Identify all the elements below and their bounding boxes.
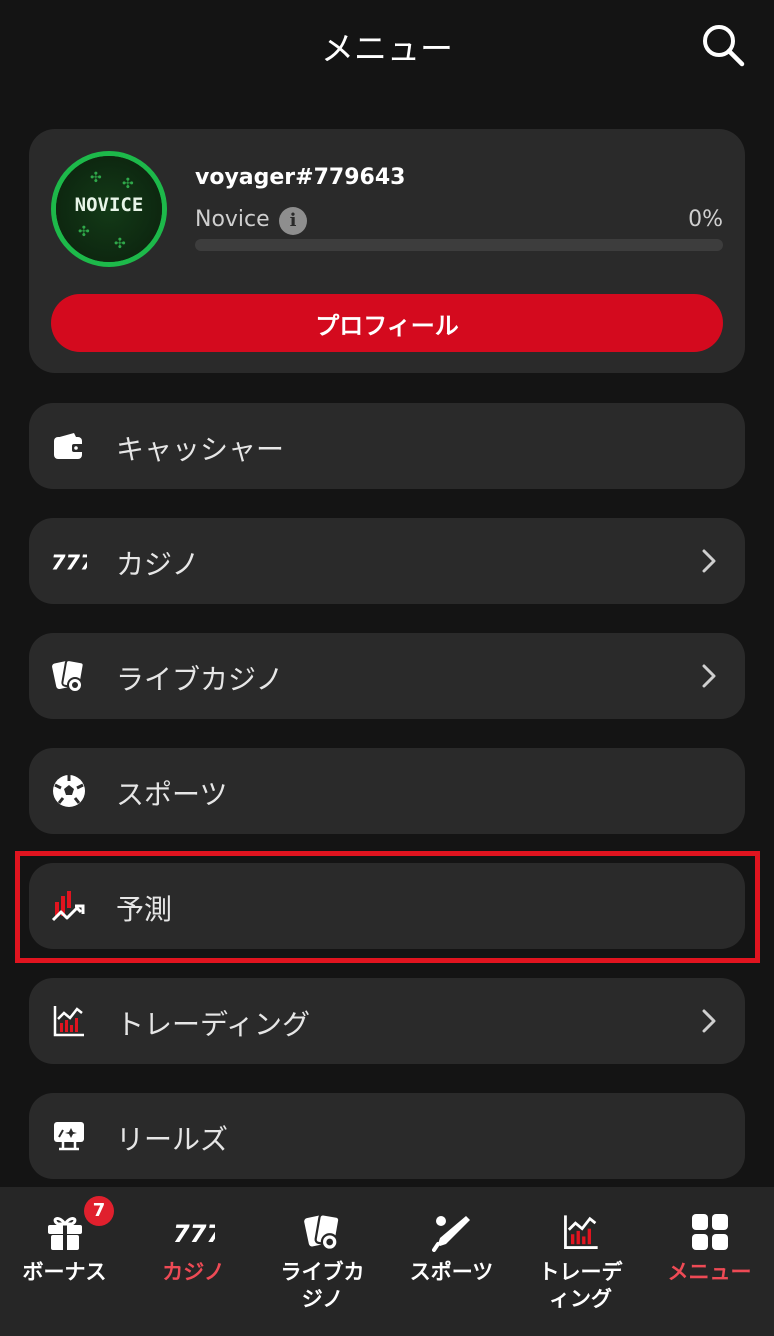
menu-item-cashier[interactable]: キャッシャー — [29, 403, 745, 489]
slots-777-icon: 777 — [51, 543, 87, 579]
nav-label-line: ィング — [549, 1287, 612, 1311]
header: メニュー — [0, 0, 774, 90]
avatar-badge-text: NOVICE — [74, 194, 144, 216]
menu-item-prediction[interactable]: 予測 — [29, 863, 745, 949]
clover-icon: ✣ — [78, 224, 90, 240]
search-button[interactable] — [698, 20, 748, 70]
grid-menu-icon — [689, 1211, 731, 1253]
menu-item-label: 予測 — [116, 893, 173, 926]
page-title: メニュー — [321, 29, 453, 68]
search-icon — [703, 25, 745, 67]
bottom-nav: 7 ボーナス 777 カジノ ライブカ ジノ — [0, 1187, 774, 1336]
chevron-right-icon — [699, 663, 719, 689]
menu-item-label: トレーディング — [116, 1008, 311, 1041]
menu-item-label: リールズ — [116, 1123, 229, 1156]
menu-item-reels[interactable]: リールズ — [29, 1093, 745, 1179]
nav-label: カジノ — [162, 1260, 225, 1284]
nav-label-line: トレーデ — [538, 1260, 623, 1284]
trading-chart-icon — [51, 1003, 87, 1039]
level-progress-bar — [195, 239, 723, 251]
notification-badge: 7 — [84, 1196, 114, 1226]
wallet-icon — [51, 428, 87, 464]
soccer-ball-icon — [51, 773, 87, 809]
nav-item-trading[interactable]: トレーデ ィング — [516, 1187, 645, 1336]
nav-label: スポーツ — [409, 1260, 494, 1284]
menu-item-label: ライブカジノ — [116, 663, 284, 696]
reels-screen-icon — [51, 1118, 87, 1154]
chevron-right-icon — [699, 1008, 719, 1034]
nav-item-menu[interactable]: メニュー — [645, 1187, 774, 1336]
trading-chart-icon — [560, 1211, 602, 1253]
nav-label: ボーナス — [22, 1260, 107, 1284]
svg-text:777: 777 — [173, 1220, 215, 1247]
prediction-chart-icon — [51, 888, 87, 924]
nav-label: ライブカ ジノ — [258, 1259, 387, 1313]
svg-text:777: 777 — [51, 551, 87, 575]
clover-icon: ✣ — [90, 170, 102, 186]
clover-icon: ✣ — [114, 236, 126, 252]
avatar[interactable]: ✣ ✣ ✣ ✣ NOVICE — [51, 151, 167, 267]
nav-item-live-casino[interactable]: ライブカ ジノ — [258, 1187, 387, 1336]
chevron-right-icon — [699, 548, 719, 574]
username: voyager#779643 — [195, 165, 406, 190]
nav-label-line: ライブカ — [280, 1260, 365, 1284]
level-progress-percent: 0% — [688, 207, 723, 232]
cricket-bat-icon — [431, 1211, 473, 1253]
menu-item-trading[interactable]: トレーディング — [29, 978, 745, 1064]
level-name: Novice — [195, 207, 270, 232]
nav-item-sports[interactable]: スポーツ — [387, 1187, 516, 1336]
playing-cards-icon — [51, 658, 87, 694]
profile-button[interactable]: プロフィール — [51, 294, 723, 352]
nav-label-line: ジノ — [301, 1287, 344, 1311]
menu-item-label: キャッシャー — [116, 433, 285, 466]
nav-label: メニュー — [667, 1260, 752, 1284]
menu-item-label: カジノ — [116, 548, 200, 581]
playing-cards-icon — [302, 1211, 344, 1253]
menu-item-live-casino[interactable]: ライブカジノ — [29, 633, 745, 719]
gift-icon — [44, 1211, 86, 1253]
menu-item-label: スポーツ — [116, 778, 228, 811]
menu-item-sports[interactable]: スポーツ — [29, 748, 745, 834]
menu-page: メニュー ✣ ✣ ✣ ✣ NOVICE voyager#779643 Novic… — [0, 0, 774, 1336]
level-row: Novice i 0% — [195, 207, 723, 235]
nav-item-bonus[interactable]: 7 ボーナス — [0, 1187, 129, 1336]
menu-item-casino[interactable]: 777 カジノ — [29, 518, 745, 604]
info-icon[interactable]: i — [279, 207, 307, 235]
nav-item-casino[interactable]: 777 カジノ — [129, 1187, 258, 1336]
clover-icon: ✣ — [122, 176, 134, 192]
nav-label: トレーデ ィング — [516, 1259, 645, 1313]
slots-777-icon: 777 — [173, 1211, 215, 1253]
profile-card: ✣ ✣ ✣ ✣ NOVICE voyager#779643 Novice i 0… — [29, 129, 745, 373]
